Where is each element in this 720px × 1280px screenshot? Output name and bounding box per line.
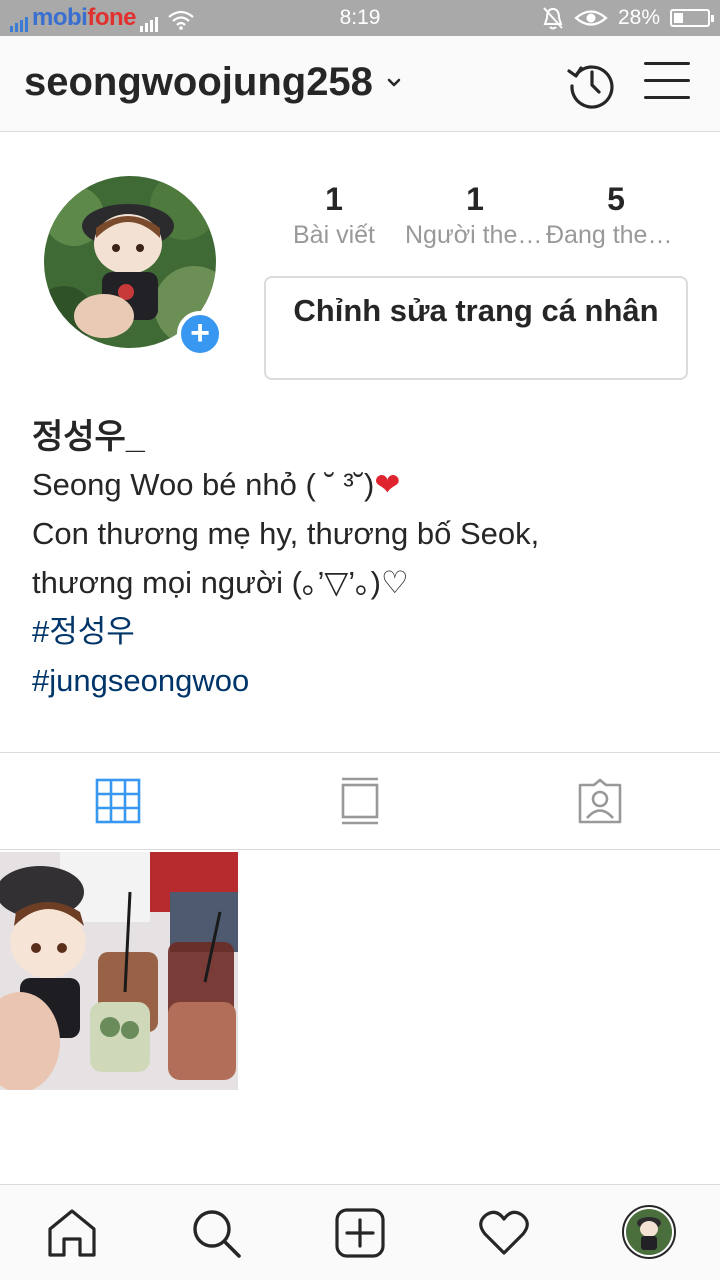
chevron-down-icon	[387, 78, 401, 86]
archive-history-icon[interactable]	[566, 58, 618, 110]
stat-followers[interactable]: 1 Người theo dõi	[405, 180, 545, 252]
battery-icon	[670, 9, 714, 27]
mute-bell-icon	[543, 7, 563, 30]
new-post-icon[interactable]	[334, 1207, 386, 1259]
profile-nav-avatar[interactable]	[622, 1205, 676, 1259]
battery-percent: 28%	[617, 6, 660, 29]
account-switcher[interactable]: seongwoojung258	[24, 60, 401, 105]
home-icon[interactable]	[46, 1207, 98, 1259]
post-thumbnail[interactable]	[0, 852, 238, 1090]
edit-profile-button[interactable]: Chỉnh sửa trang cá nhân	[264, 276, 688, 380]
profile-tabs	[0, 752, 720, 850]
status-bar: mobifone 8:19 28%	[0, 0, 720, 36]
bio-line-2: Con thương mẹ hy, thương bố Seok,	[32, 516, 540, 551]
stat-followers-count: 1	[466, 181, 484, 217]
stat-following-label: Đang theo dõi	[546, 221, 686, 249]
stat-posts-label: Bài viết	[293, 221, 375, 249]
stat-following[interactable]: 5 Đang theo dõi	[546, 180, 686, 252]
status-right: 28%	[542, 4, 714, 32]
bottom-navigation	[0, 1184, 720, 1280]
hashtag-link[interactable]: #jungseongwoo	[32, 656, 692, 705]
display-name: 정성우_	[32, 418, 145, 456]
username-title: seongwoojung258	[24, 60, 373, 104]
grid-icon[interactable]	[94, 777, 142, 825]
activity-heart-icon[interactable]	[478, 1207, 530, 1259]
bio-line-3: thương mọi người (｡’▽’｡)♡	[32, 565, 409, 600]
stat-following-count: 5	[607, 181, 625, 217]
stat-posts[interactable]: 1 Bài viết	[264, 180, 404, 252]
nav-avatar-photo	[626, 1209, 672, 1255]
search-icon[interactable]	[190, 1207, 242, 1259]
tagged-icon[interactable]	[576, 777, 624, 825]
eye-icon	[574, 10, 608, 26]
stat-followers-label: Người theo dõi	[405, 221, 545, 249]
add-story-button[interactable]: +	[177, 311, 223, 357]
menu-hamburger-icon[interactable]	[644, 62, 690, 102]
profile-top-bar: seongwoojung258	[0, 36, 720, 132]
profile-bio: 정성우_ Seong Woo bé nhỏ ( ˘ ³˘)❤ Con thươn…	[32, 414, 692, 705]
stat-posts-count: 1	[325, 181, 343, 217]
bio-line-1: Seong Woo bé nhỏ ( ˘ ³˘)❤	[32, 467, 401, 502]
heart-emoji-icon: ❤	[374, 467, 401, 502]
igtv-icon[interactable]	[336, 777, 384, 825]
post-photo	[0, 852, 238, 1090]
hashtag-link[interactable]: #정성우	[32, 607, 692, 656]
